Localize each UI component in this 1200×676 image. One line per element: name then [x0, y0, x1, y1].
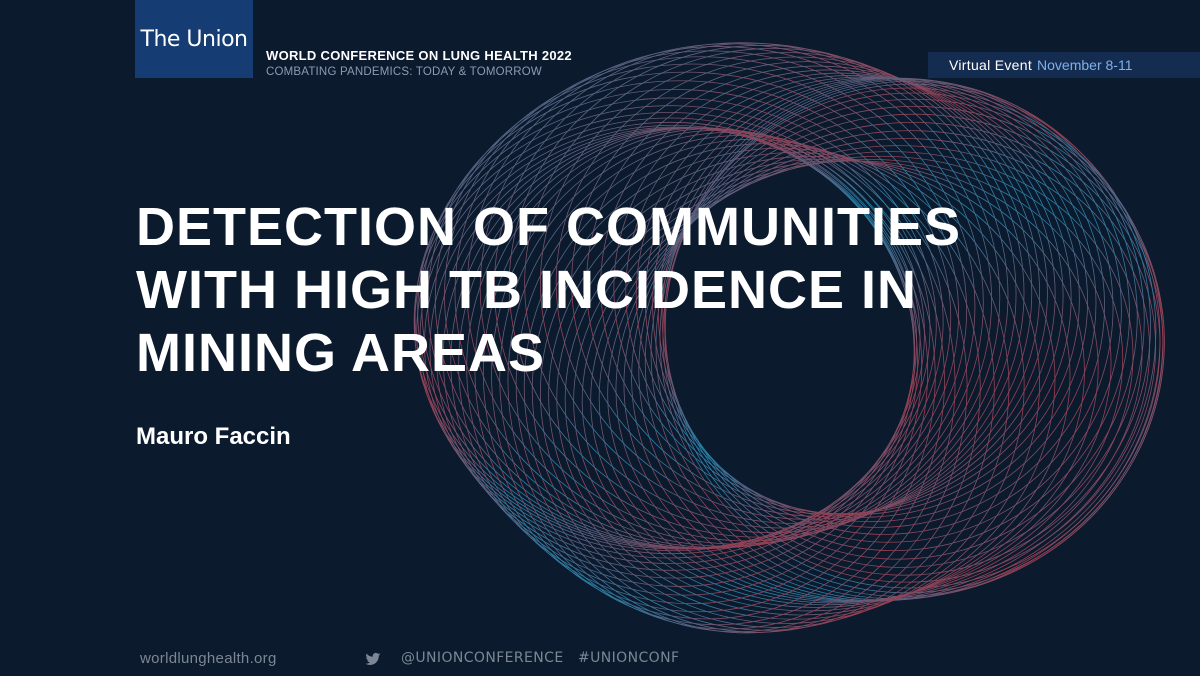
- conference-title: WORLD CONFERENCE ON LUNG HEALTH 2022: [266, 48, 572, 63]
- event-dates: November 8-11: [1037, 57, 1133, 73]
- twitter-handle[interactable]: @UNIONCONFERENCE: [401, 650, 564, 666]
- union-logo: The Union: [135, 0, 253, 78]
- logo-text: The Union: [140, 26, 248, 52]
- title-line-3: MINING AREAS: [136, 323, 546, 383]
- twitter-bird-icon: [365, 652, 381, 665]
- website-link[interactable]: worldlunghealth.org: [140, 650, 277, 667]
- presentation-title: DETECTION OF COMMUNITIES WITH HIGH TB IN…: [136, 196, 1036, 385]
- hashtag[interactable]: #UNIONCONF: [578, 650, 679, 666]
- title-line-1: DETECTION OF COMMUNITIES: [136, 197, 961, 257]
- slide: The Union WORLD CONFERENCE ON LUNG HEALT…: [0, 0, 1200, 676]
- author-name: Mauro Faccin: [136, 423, 291, 450]
- title-line-2: WITH HIGH TB INCIDENCE IN: [136, 260, 917, 320]
- footer: worldlunghealth.org @UNIONCONFERENCE #UN…: [0, 650, 1200, 670]
- conference-subtitle: COMBATING PANDEMICS: TODAY & TOMORROW: [266, 66, 542, 78]
- event-label: Virtual Event: [949, 57, 1033, 73]
- event-banner: Virtual Event November 8-11: [928, 52, 1200, 78]
